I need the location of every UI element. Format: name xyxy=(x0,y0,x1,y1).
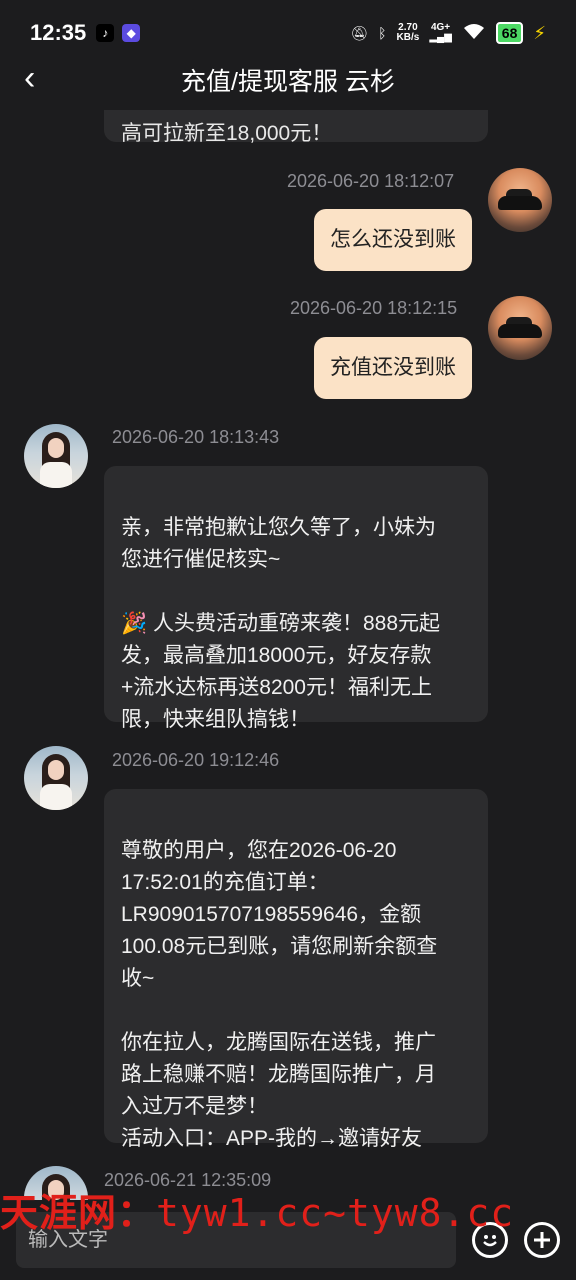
user-avatar[interactable] xyxy=(488,296,552,360)
message-timestamp: 2026-06-20 18:12:07 xyxy=(287,171,455,191)
page-title: 充值/提现客服 云杉 xyxy=(181,68,395,96)
chat-header: ‹ 充值/提现客服 云杉 xyxy=(0,50,576,110)
message-timestamp: 2026-06-21 12:35:09 xyxy=(104,1170,272,1190)
message-timestamp: 2026-06-20 18:12:15 xyxy=(290,298,458,318)
tiktok-icon: ♪ xyxy=(96,24,115,42)
message-text: 充值还没到账 xyxy=(330,356,456,379)
signal-icon: 4G+ ▂▄▆ xyxy=(429,22,452,43)
car-body xyxy=(498,324,542,338)
status-time: 12:35 xyxy=(30,20,87,45)
avatar-face xyxy=(48,760,64,780)
charging-icon: ⚡ xyxy=(533,22,546,43)
input-bar xyxy=(0,1200,576,1280)
wifi-icon xyxy=(462,23,486,44)
shield-app-icon: ◆ xyxy=(122,24,141,42)
agent-avatar[interactable] xyxy=(24,424,88,488)
bluetooth-icon: ᛒ xyxy=(378,25,387,41)
agent-avatar[interactable] xyxy=(24,1166,88,1200)
emoji-button[interactable] xyxy=(472,1222,508,1258)
status-app-icons: ♪ ◆ xyxy=(96,24,141,42)
message-bubble-sent: 充值还没到账 xyxy=(314,337,472,399)
message-bubble-sent: 怎么还没到账 xyxy=(314,209,472,271)
smiley-icon xyxy=(483,1235,497,1247)
message-timestamp: 2026-06-20 19:12:46 xyxy=(112,750,280,770)
message-timestamp: 2026-06-20 18:13:43 xyxy=(112,427,280,447)
add-attachment-button[interactable] xyxy=(524,1222,560,1258)
message-text: 尊敬的用户，您在2026-06-20 17:52:01的充值订单： LR9090… xyxy=(121,839,438,1150)
message-text: 亲，非常抱歉让您久等了，小妹为 您进行催促核实~ 🎉 人头费活动重磅来袭！888… xyxy=(121,516,441,731)
message-bubble-received: 尊敬的用户，您在2026-06-20 17:52:01的充值订单： LR9090… xyxy=(104,789,488,1150)
network-speed: 2.70 KB/s xyxy=(397,23,420,43)
mute-icon: 🔕︎ xyxy=(350,24,369,41)
user-avatar[interactable] xyxy=(488,168,552,232)
message-text: 高可拉新至18,000元！ xyxy=(121,122,333,145)
message-bubble-received: 亲，非常抱歉让您久等了，小妹为 您进行催促核实~ 🎉 人头费活动重磅来袭！888… xyxy=(104,466,488,731)
signal-label: 4G+ xyxy=(430,22,451,33)
back-button[interactable]: ‹ xyxy=(24,61,54,95)
avatar-body xyxy=(40,462,72,488)
car-body xyxy=(498,196,542,210)
chat-area[interactable]: 高可拉新至18,000元！ 2026-06-20 18:12:07 怎么还没到账… xyxy=(0,110,576,1200)
message-input[interactable] xyxy=(16,1212,456,1268)
avatar-face xyxy=(48,438,64,458)
message-text: 怎么还没到账 xyxy=(330,228,456,251)
battery-indicator: 68 xyxy=(495,22,524,44)
net-speed-unit: KB/s xyxy=(396,32,420,43)
agent-avatar[interactable] xyxy=(24,746,88,810)
message-bubble-partial: 高可拉新至18,000元！ xyxy=(104,110,488,145)
avatar-body xyxy=(40,784,72,810)
avatar-face xyxy=(48,1180,64,1200)
status-indicators: 🔕︎ ᛒ 2.70 KB/s 4G+ ▂▄▆ 68 ⚡ xyxy=(350,22,546,44)
plus-icon xyxy=(534,1232,550,1248)
